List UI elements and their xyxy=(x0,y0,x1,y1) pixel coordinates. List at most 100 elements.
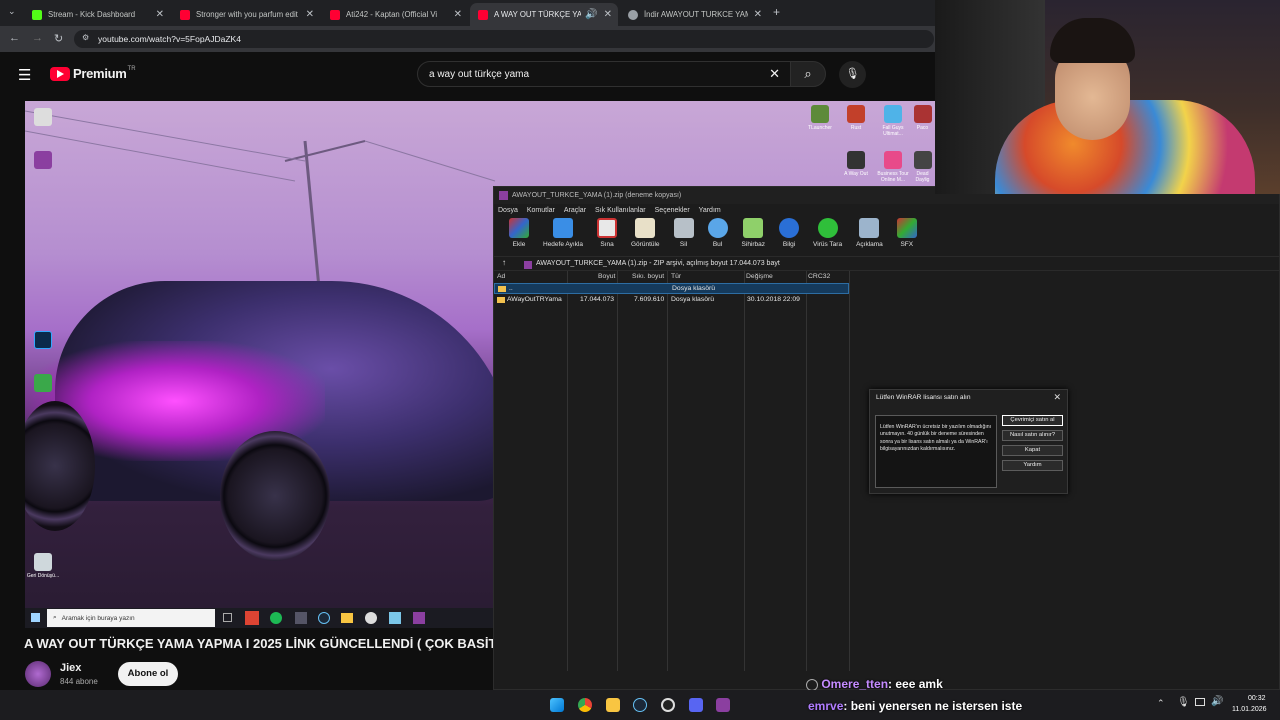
menu-secenekler[interactable]: Seçenekler xyxy=(655,207,690,214)
column-header-type[interactable]: Tür xyxy=(671,273,681,280)
view-button[interactable]: Görüntüle xyxy=(624,216,667,256)
reload-icon[interactable]: ↻ xyxy=(54,32,63,45)
desktop-icon-photoshop[interactable] xyxy=(25,331,61,351)
column-header-packed[interactable]: Sıkı. boyut xyxy=(632,273,664,280)
how-to-buy-button[interactable]: Nasıl satın alınır? xyxy=(1002,430,1063,441)
tab-kick[interactable]: Stream - Kick Dashboard ✕ xyxy=(24,3,170,26)
menu-komutlar[interactable]: Komutlar xyxy=(527,207,555,214)
desktop-icon-rust[interactable]: Rust xyxy=(838,105,874,131)
virus-scan-button[interactable]: Virüs Tara xyxy=(806,216,849,256)
table-row[interactable]: .. Dosya klasörü xyxy=(494,283,849,294)
desktop-icon-dbd[interactable]: Dead Daylig xyxy=(910,151,935,183)
license-dialog[interactable]: Lütfen WinRAR lisansı satın alın ✕ Lütfe… xyxy=(869,389,1068,494)
audio-icon[interactable]: 🔊 xyxy=(585,9,597,20)
volume-icon[interactable]: 🔊 xyxy=(1211,696,1223,707)
menu-dosya[interactable]: Dosya xyxy=(498,207,518,214)
find-button[interactable]: Bul xyxy=(701,216,735,256)
up-arrow-icon[interactable]: ↑ xyxy=(502,258,506,267)
chevron-up-icon[interactable]: ⌃ xyxy=(1157,698,1165,709)
discord-icon[interactable] xyxy=(689,698,703,712)
network-icon[interactable] xyxy=(1195,698,1205,706)
column-header-name[interactable]: Ad xyxy=(497,273,505,280)
rust-icon xyxy=(847,105,865,123)
app-icon[interactable] xyxy=(245,611,259,625)
desktop-icon-winrar[interactable] xyxy=(25,151,61,171)
windows-start-icon[interactable] xyxy=(31,613,40,622)
microphone-icon[interactable]: 🎙 xyxy=(1177,697,1190,708)
url-field[interactable]: ⚙ youtube.com/watch?v=5FopAJDaZK4 xyxy=(74,30,934,48)
close-icon[interactable]: ✕ xyxy=(604,9,612,20)
close-icon[interactable]: ✕ xyxy=(156,9,164,20)
desktop-icon-awayout[interactable]: A Way Out xyxy=(838,151,874,177)
inner-taskbar-search[interactable]: ⌕ Aramak için buraya yazın xyxy=(47,609,215,627)
channel-avatar[interactable] xyxy=(25,661,51,687)
file-explorer-icon[interactable] xyxy=(341,613,353,623)
help-button[interactable]: Yardım xyxy=(1002,460,1063,471)
extract-button[interactable]: Hedefe Ayıkla xyxy=(536,216,590,256)
dialog-title: Lütfen WinRAR lisansı satın alın xyxy=(876,394,971,401)
menu-araclar[interactable]: Araçlar xyxy=(564,207,586,214)
desktop-icon-label: Geri Dönüşü... xyxy=(26,573,60,579)
desktop-icon-recycle[interactable] xyxy=(25,108,61,128)
buy-online-button[interactable]: Çevrimiçi satın al xyxy=(1002,415,1063,426)
app-icon[interactable] xyxy=(295,612,307,624)
tab-indir[interactable]: İndir AWAYOUT TURKCE YAMA ✕ xyxy=(620,3,768,26)
spotify-icon[interactable] xyxy=(270,612,282,624)
desktop-icon-paco[interactable]: Paco xyxy=(910,105,935,131)
sfx-button[interactable]: SFX xyxy=(890,216,924,256)
subscribe-button[interactable]: Abone ol xyxy=(118,662,178,686)
delete-button[interactable]: Sil xyxy=(667,216,701,256)
clock-time[interactable]: 00:32 xyxy=(1248,695,1266,702)
clock-date[interactable]: 11.01.2026 xyxy=(1232,706,1267,713)
path-bar[interactable]: ↑ AWAYOUT_TURKCE_YAMA (1).zip - ZIP arşi… xyxy=(494,256,1279,271)
app-icon[interactable] xyxy=(389,612,401,624)
chrome-icon[interactable] xyxy=(365,612,377,624)
new-tab-icon[interactable]: + xyxy=(773,5,780,19)
search-button[interactable]: ⌕ xyxy=(790,61,826,87)
info-button[interactable]: Bilgi xyxy=(772,216,806,256)
search-input[interactable]: a way out türkçe yama ✕ xyxy=(417,61,791,87)
chrome-icon[interactable] xyxy=(578,698,592,712)
channel-name[interactable]: Jiex xyxy=(60,662,81,674)
forward-arrow-icon[interactable]: → xyxy=(32,32,43,44)
steam-icon[interactable] xyxy=(633,698,647,712)
menu-yardim[interactable]: Yardım xyxy=(699,207,721,214)
winrar-icon[interactable] xyxy=(413,612,425,624)
youtube-logo[interactable]: Premium TR xyxy=(50,66,136,81)
wizard-button[interactable]: Sihirbaz xyxy=(735,216,772,256)
site-info-icon[interactable]: ⚙ xyxy=(82,33,89,42)
test-button[interactable]: Sına xyxy=(590,216,624,256)
winrar-icon[interactable] xyxy=(716,698,730,712)
close-icon[interactable]: ✕ xyxy=(306,9,314,20)
close-button[interactable]: Kapat xyxy=(1002,445,1063,456)
close-icon[interactable]: ✕ xyxy=(754,9,762,20)
desktop-icon-recycle-bin[interactable]: Geri Dönüşü... xyxy=(25,553,61,579)
file-explorer-icon[interactable] xyxy=(606,698,620,712)
tab-list-chevron-icon[interactable]: ⌄ xyxy=(8,6,16,17)
column-header-crc[interactable]: CRC32 xyxy=(808,273,830,280)
tab-a-way-out[interactable]: A WAY OUT TÜRKÇE YAMA 🔊 ✕ xyxy=(470,3,618,26)
obs-icon[interactable] xyxy=(661,698,675,712)
voice-search-button[interactable]: 🎙 xyxy=(839,61,866,88)
menu-sik-kullanilanlar[interactable]: Sık Kullanılanlar xyxy=(595,207,646,214)
table-row[interactable]: AWayOutTRYama 17.044.073 7.609.610 Dosya… xyxy=(494,295,849,306)
column-header-modified[interactable]: Değişme xyxy=(746,273,773,280)
tab-kaptan[interactable]: Ati242 - Kaptan (Official Vi ✕ xyxy=(322,3,468,26)
youtube-play-icon xyxy=(50,66,70,81)
steam-icon[interactable] xyxy=(318,612,330,624)
back-arrow-icon[interactable]: ← xyxy=(9,32,20,44)
tab-stronger[interactable]: Stronger with you parfum edit ✕ xyxy=(172,3,320,26)
task-view-icon[interactable] xyxy=(223,613,232,622)
close-icon[interactable]: ✕ xyxy=(454,9,462,20)
add-button[interactable]: Ekle xyxy=(502,216,536,256)
comment-button[interactable]: Açıklama xyxy=(849,216,890,256)
desktop-icon-businesstour[interactable]: Business Tour Online M... xyxy=(875,151,911,183)
desktop-icon-tlauncher[interactable]: TLauncher xyxy=(802,105,838,131)
desktop-icon-app[interactable] xyxy=(25,374,61,394)
desktop-icon-fallguys[interactable]: Fall Guys Ultimat... xyxy=(875,105,911,137)
clear-search-icon[interactable]: ✕ xyxy=(769,66,780,82)
windows-start-icon[interactable] xyxy=(550,698,564,712)
menu-icon[interactable]: ☰ xyxy=(18,66,31,84)
column-header-size[interactable]: Boyut xyxy=(598,273,615,280)
close-icon[interactable]: ✕ xyxy=(1053,392,1061,403)
